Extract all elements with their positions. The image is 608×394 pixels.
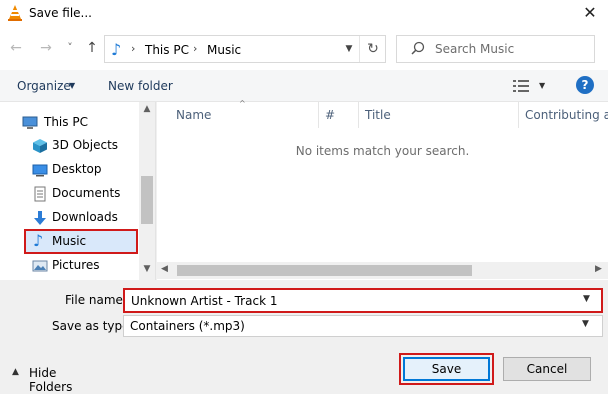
chevron-down-icon[interactable]: ▼	[339, 36, 359, 62]
close-button[interactable]: ✕	[572, 0, 608, 28]
cube-icon	[33, 139, 47, 153]
forward-arrow-icon[interactable]: →	[36, 38, 56, 58]
scroll-right-icon[interactable]: ▶	[595, 264, 602, 274]
window-title: Save file...	[29, 6, 92, 20]
tree-item-label: Pictures	[52, 258, 100, 272]
tree-item-label: Downloads	[52, 210, 118, 224]
file-list: Name ^ # Title Contributing art No items…	[157, 99, 608, 280]
file-name-field[interactable]: Unknown Artist - Track 1 ▼	[123, 288, 603, 313]
scroll-down-icon[interactable]: ▼	[139, 264, 155, 274]
tree-item-label: 3D Objects	[52, 138, 119, 152]
tree-item-this-pc[interactable]: This PC	[22, 111, 134, 135]
tree-item-label: Music	[52, 234, 87, 248]
music-note-icon: ♪	[111, 40, 122, 59]
search-input[interactable]: Search Music	[435, 42, 514, 56]
computer-icon	[22, 116, 38, 129]
tree-item-pictures[interactable]: Pictures	[22, 254, 134, 278]
file-name-value[interactable]: Unknown Artist - Track 1	[131, 294, 277, 308]
view-options-icon[interactable]	[513, 80, 529, 92]
scrollbar-thumb[interactable]	[177, 265, 472, 276]
refresh-icon[interactable]: ↻	[359, 36, 386, 62]
sort-ascending-icon: ^	[239, 99, 246, 108]
new-folder-button[interactable]: New folder	[108, 79, 173, 93]
navigation-bar: ← → ˅ ↑ ♪ › This PC › Music ▼ ↻ Search M…	[0, 28, 608, 70]
search-box[interactable]: Search Music	[396, 35, 595, 63]
tree-item-label: Desktop	[52, 162, 102, 176]
cancel-button[interactable]: Cancel	[503, 357, 591, 381]
vlc-cone-icon	[8, 5, 22, 21]
save-as-type-value: Containers (*.mp3)	[130, 319, 245, 333]
scrollbar-thumb[interactable]	[141, 176, 153, 224]
save-button-highlight: Save	[399, 353, 494, 385]
tree-item-desktop[interactable]: Desktop	[22, 158, 134, 182]
tree-item-documents[interactable]: Documents	[22, 182, 134, 206]
tree-scrollbar[interactable]: ▲ ▼	[139, 102, 155, 280]
recent-locations-icon[interactable]: ˅	[60, 38, 80, 58]
navigation-pane: This PC 3D Objects Desktop Documents Dow…	[0, 102, 156, 280]
save-as-type-select[interactable]: Containers (*.mp3) ▼	[123, 315, 603, 337]
column-header-title[interactable]: Title	[359, 102, 519, 128]
breadcrumb-separator: ›	[193, 42, 198, 55]
tree-item-3d-objects[interactable]: 3D Objects	[22, 134, 134, 158]
column-header-name[interactable]: Name ^	[157, 99, 319, 128]
desktop-icon	[32, 164, 48, 177]
scroll-left-icon[interactable]: ◀	[161, 264, 168, 274]
picture-icon	[32, 260, 48, 272]
up-arrow-icon[interactable]: ↑	[82, 38, 102, 58]
column-header-contributing-artists[interactable]: Contributing art	[519, 102, 608, 128]
address-bar[interactable]: ♪ › This PC › Music ▼ ↻	[104, 35, 386, 63]
caret-down-icon[interactable]: ▼	[69, 81, 75, 90]
column-header-label: Contributing art	[525, 108, 608, 122]
chevron-down-icon[interactable]: ▼	[583, 294, 590, 304]
music-note-icon: ♪	[33, 231, 44, 250]
scroll-up-icon[interactable]: ▲	[139, 104, 155, 114]
column-header-label: Name	[176, 108, 212, 122]
title-bar: Save file... ✕	[0, 0, 608, 28]
document-icon	[34, 186, 46, 202]
tree-item-label: Documents	[52, 186, 121, 200]
column-header-number[interactable]: #	[319, 102, 359, 128]
column-header-label: Title	[365, 108, 391, 122]
tree-item-downloads[interactable]: Downloads	[22, 206, 134, 230]
breadcrumb-music[interactable]: Music	[207, 43, 241, 57]
hide-folders-label: Hide Folders	[29, 366, 73, 394]
save-file-dialog: Save file... ✕ ← → ˅ ↑ ♪ › This PC › Mus…	[0, 0, 608, 394]
save-button[interactable]: Save	[403, 357, 490, 381]
search-icon	[411, 41, 425, 55]
tree-item-label: This PC	[44, 115, 88, 129]
horizontal-scrollbar[interactable]: ◀ ▶	[157, 262, 608, 279]
organize-button[interactable]: Organize	[17, 79, 71, 93]
download-icon	[34, 211, 46, 225]
chevron-up-icon: ▲	[12, 367, 19, 377]
caret-down-icon[interactable]: ▼	[539, 81, 545, 90]
hide-folders-button[interactable]: ▲ Hide Folders	[12, 366, 102, 394]
breadcrumb-this-pc[interactable]: This PC	[145, 43, 189, 57]
help-icon[interactable]: ?	[576, 76, 594, 94]
save-as-type-label: Save as type:	[52, 319, 134, 333]
file-name-label: File name:	[65, 293, 127, 307]
command-bar: Organize ▼ New folder ▼ ?	[0, 70, 608, 102]
tree-item-music[interactable]: ♪ Music	[24, 229, 138, 254]
breadcrumb-separator: ›	[131, 42, 136, 55]
column-header-label: #	[325, 108, 336, 122]
back-arrow-icon[interactable]: ←	[6, 38, 26, 58]
empty-message: No items match your search.	[295, 144, 470, 158]
chevron-down-icon[interactable]: ▼	[582, 319, 589, 329]
